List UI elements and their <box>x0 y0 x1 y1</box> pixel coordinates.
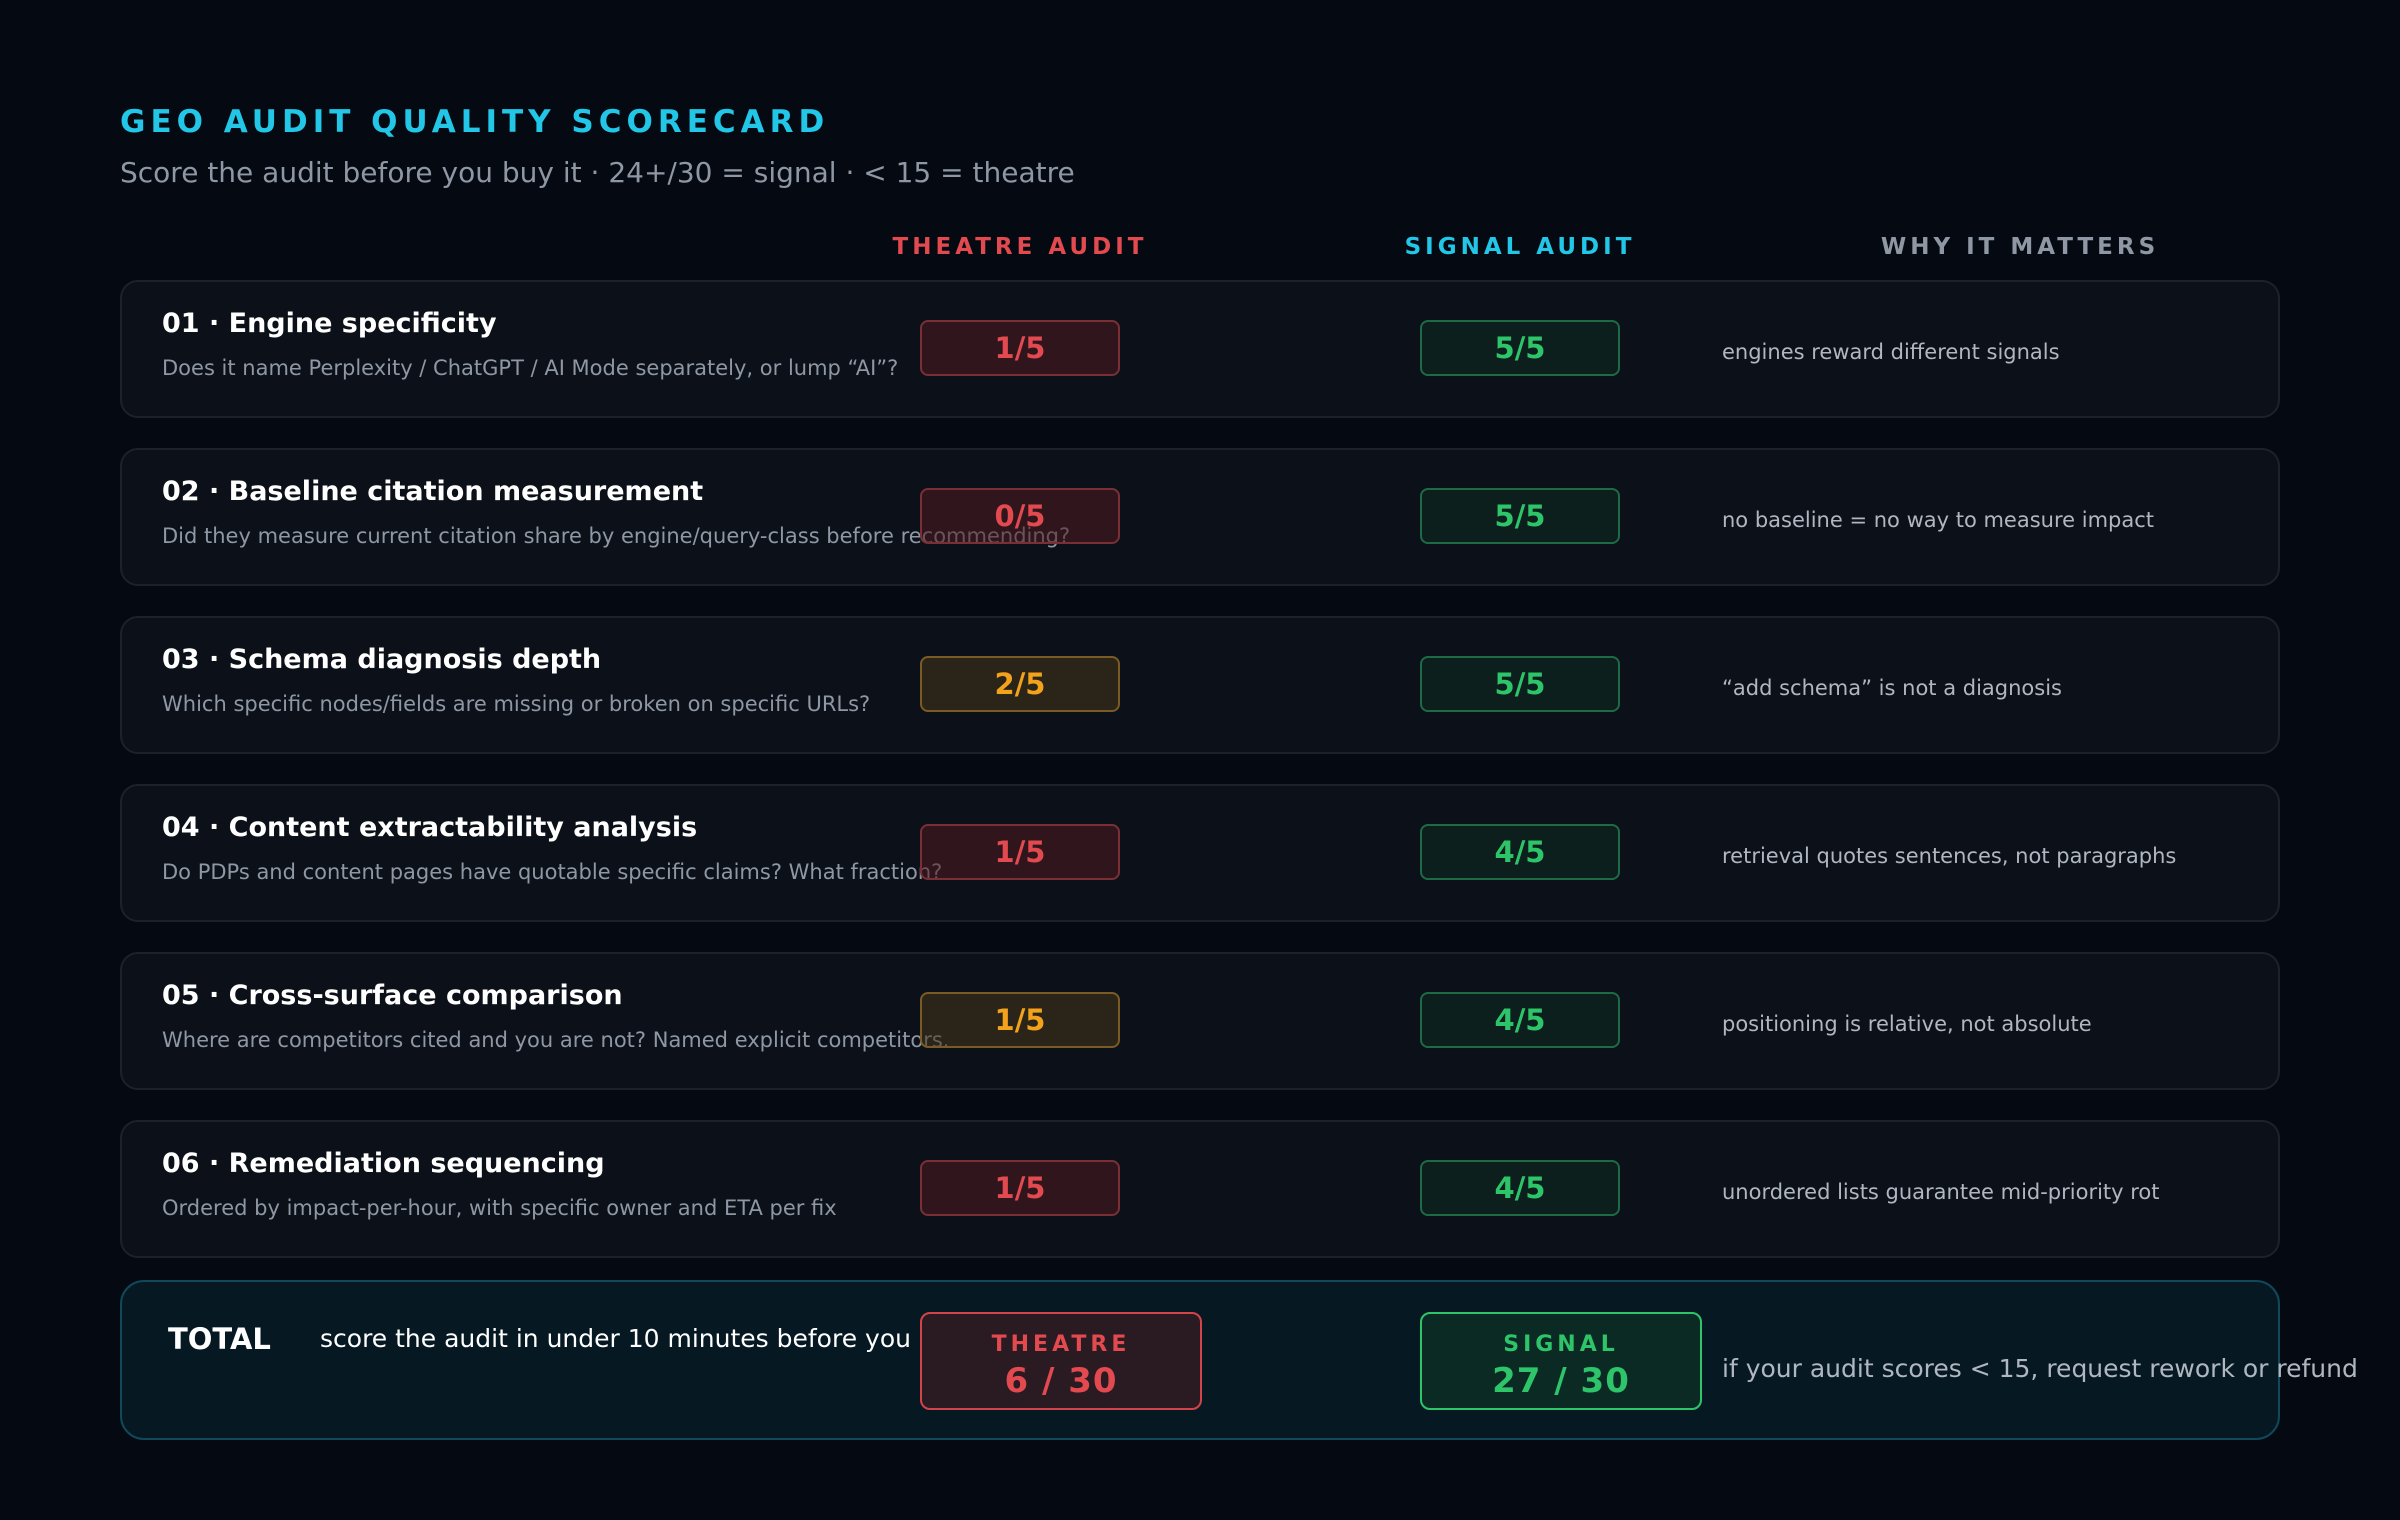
column-header-why: WHY IT MATTERS <box>1880 234 2160 260</box>
theatre-score-badge: 1/5 <box>920 992 1120 1048</box>
theatre-total-value: 6 / 30 <box>1004 1361 1118 1401</box>
theatre-total-badge: THEATRE 6 / 30 <box>920 1312 1202 1410</box>
criterion-row: 06 · Remediation sequencing Ordered by im… <box>120 1120 2280 1258</box>
page-title: GEO AUDIT QUALITY SCORECARD <box>120 104 830 140</box>
criterion-row: 05 · Cross-surface comparison Where are c… <box>120 952 2280 1090</box>
theatre-total-label: THEATRE <box>991 1332 1131 1357</box>
why-it-matters-text: “add schema” is not a diagnosis <box>1722 676 2062 700</box>
page-subtitle: Score the audit before you buy it · 24+/… <box>120 156 1075 189</box>
signal-score-badge: 4/5 <box>1420 1160 1620 1216</box>
criterion-description: Where are competitors cited and you are … <box>162 1028 950 1052</box>
why-it-matters-text: unordered lists guarantee mid-priority r… <box>1722 1180 2160 1204</box>
criterion-row: 04 · Content extractability analysis Do P… <box>120 784 2280 922</box>
signal-score-badge: 5/5 <box>1420 488 1620 544</box>
why-it-matters-text: engines reward different signals <box>1722 340 2060 364</box>
theatre-score-badge: 2/5 <box>920 656 1120 712</box>
criterion-row: 01 · Engine specificity Does it name Perp… <box>120 280 2280 418</box>
why-it-matters-text: positioning is relative, not absolute <box>1722 1012 2092 1036</box>
signal-score-badge: 4/5 <box>1420 824 1620 880</box>
criterion-description: Ordered by impact-per-hour, with specifi… <box>162 1196 837 1220</box>
signal-score-badge: 5/5 <box>1420 320 1620 376</box>
total-row: TOTAL score the audit in under 10 minute… <box>120 1280 2358 1440</box>
theatre-score-badge: 1/5 <box>920 320 1120 376</box>
why-it-matters-text: no baseline = no way to measure impact <box>1722 508 2155 532</box>
theatre-score-badge: 0/5 <box>920 488 1120 544</box>
signal-total-label: SIGNAL <box>1503 1332 1619 1357</box>
criterion-title: 01 · Engine specificity <box>162 308 497 339</box>
total-why: if your audit scores < 15, request rewor… <box>1722 1354 2358 1383</box>
criterion-description: Does it name Perplexity / ChatGPT / AI M… <box>162 356 899 380</box>
theatre-score-badge: 1/5 <box>920 824 1120 880</box>
criterion-title: 04 · Content extractability analysis <box>162 812 698 843</box>
criterion-row: 02 · Baseline citation measurement Did th… <box>120 448 2280 586</box>
criterion-row: 03 · Schema diagnosis depth Which specifi… <box>120 616 2280 754</box>
column-header-theatre: THEATRE AUDIT <box>892 234 1148 260</box>
theatre-score-badge: 1/5 <box>920 1160 1120 1216</box>
signal-score-badge: 5/5 <box>1420 656 1620 712</box>
criterion-title: 03 · Schema diagnosis depth <box>162 644 602 675</box>
criterion-description: Which specific nodes/fields are missing … <box>162 692 871 716</box>
signal-score-badge: 4/5 <box>1420 992 1620 1048</box>
total-label: TOTAL <box>168 1322 271 1356</box>
total-note: score the audit in under 10 minutes befo… <box>320 1324 965 1353</box>
criterion-title: 02 · Baseline citation measurement <box>162 476 704 507</box>
criterion-title: 05 · Cross-surface comparison <box>162 980 623 1011</box>
column-header-signal: SIGNAL AUDIT <box>1404 234 1636 260</box>
signal-total-value: 27 / 30 <box>1492 1361 1630 1401</box>
criterion-title: 06 · Remediation sequencing <box>162 1148 605 1179</box>
criterion-description: Do PDPs and content pages have quotable … <box>162 860 943 884</box>
why-it-matters-text: retrieval quotes sentences, not paragrap… <box>1722 844 2177 868</box>
signal-total-badge: SIGNAL 27 / 30 <box>1420 1312 1702 1410</box>
